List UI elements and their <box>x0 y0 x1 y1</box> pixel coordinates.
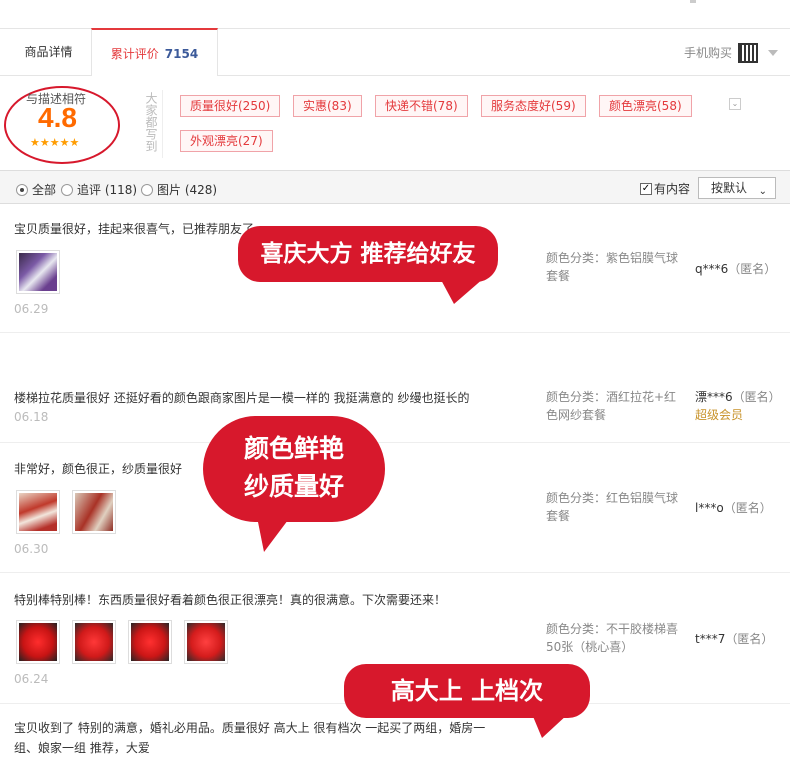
username: t***7 <box>695 632 726 646</box>
promo-bubble-line: 纱质量好 <box>243 472 344 501</box>
radio-icon <box>16 183 28 196</box>
has-content-label: 有内容 <box>654 182 691 196</box>
promo-bubble: 高大上 上档次 <box>344 664 590 718</box>
chevron-down-icon <box>768 50 778 56</box>
tags-caption: 大家都写到 <box>144 92 158 152</box>
review-date: 06.18 <box>14 410 49 424</box>
review-photo-image <box>187 623 225 661</box>
review-user: l***o（匿名） <box>695 499 772 517</box>
review-photo[interactable] <box>72 490 116 534</box>
divider <box>690 0 696 3</box>
review-date: 06.24 <box>14 672 49 686</box>
bubble-tail <box>256 512 294 552</box>
review-item: 非常好，颜色很正，纱质量很好 06.30 颜色分类：红色铝膜气球套餐 l***o… <box>0 443 790 573</box>
anonymous-tag: （匿名） <box>732 390 781 404</box>
review-photo[interactable] <box>72 620 116 664</box>
review-text: 特别棒特别棒！东西质量很好看着颜色很正很漂亮！真的很满意。下次需要还来！ <box>14 593 447 607</box>
review-photo-image <box>19 253 57 291</box>
review-item: 楼梯拉花质量很好 还挺好看的颜色跟商家图片是一模一样的 我挺满意的 纱缦也挺长的… <box>0 333 790 443</box>
filter-images[interactable]: 图片 (428) <box>141 181 217 198</box>
review-photo-image <box>75 493 113 531</box>
sort-label: 按默认 <box>711 181 748 195</box>
review-photo[interactable] <box>184 620 228 664</box>
username: q***6 <box>695 262 729 276</box>
tag-service[interactable]: 服务态度好(59) <box>481 95 586 117</box>
has-content-checkbox[interactable]: ✓ 有内容 <box>640 180 690 197</box>
star-rating: ★★★★★ <box>30 136 80 149</box>
review-photo-image <box>19 493 57 531</box>
score-value: 4.8 <box>38 102 77 133</box>
checkbox-icon: ✓ <box>640 182 652 195</box>
review-user: q***6（匿名） <box>695 260 776 278</box>
tag-appearance[interactable]: 外观漂亮(27) <box>180 130 273 152</box>
anonymous-tag: （匿名） <box>725 632 774 646</box>
review-text: 楼梯拉花质量很好 还挺好看的颜色跟商家图片是一模一样的 我挺满意的 纱缦也挺长的 <box>14 391 470 405</box>
review-variant: 颜色分类：红色铝膜气球套餐 <box>546 491 679 523</box>
filter-followup[interactable]: 追评 (118) <box>61 181 137 198</box>
review-text: 宝贝质量很好，挂起来很喜气，已推荐朋友了 <box>14 222 255 236</box>
radio-icon <box>61 183 73 196</box>
review-photo[interactable] <box>16 250 60 294</box>
filter-followup-label: 追评 (118) <box>77 183 138 197</box>
review-variant: 颜色分类：不干胶楼梯喜50张（桃心喜） <box>546 622 679 654</box>
tab-bar: 商品详情 累计评价 7154 手机购买 <box>0 28 790 77</box>
review-photo-image <box>75 623 113 661</box>
mobile-buy[interactable]: 手机购买 <box>684 41 778 65</box>
review-text: 宝贝收到了 特别的满意，婚礼必用品。质量很好 高大上 很有档次 一起买了两组，婚… <box>14 721 486 735</box>
review-variant: 颜色分类：酒红拉花+红色网纱套餐 <box>546 390 677 422</box>
chevron-down-icon: ⌄ <box>758 186 767 197</box>
tag-quality[interactable]: 质量很好(250) <box>180 95 281 117</box>
tab-product-detail[interactable]: 商品详情 <box>6 28 91 76</box>
review-variant: 颜色分类：紫色铝膜气球套餐 <box>546 251 679 283</box>
review-date: 06.30 <box>14 542 49 556</box>
review-photo-image <box>131 623 169 661</box>
username: 漂***6 <box>695 390 733 404</box>
vip-badge: 超级会员 <box>695 408 744 422</box>
review-count: 7154 <box>164 47 199 61</box>
tab-reviews[interactable]: 累计评价 7154 <box>91 28 218 77</box>
review-date: 06.29 <box>14 302 49 316</box>
review-photo[interactable] <box>128 620 172 664</box>
divider <box>162 90 163 158</box>
sort-select[interactable]: 按默认 ⌄ <box>698 177 776 199</box>
rating-summary: 与描述相符 4.8 ★★★★★ 大家都写到 质量很好(250) 实惠(83) 快… <box>0 76 790 170</box>
review-photo[interactable] <box>16 490 60 534</box>
tab-reviews-label: 累计评价 <box>110 47 159 61</box>
review-user: t***7（匿名） <box>695 630 773 648</box>
bubble-tail <box>440 278 484 304</box>
expand-tags-icon[interactable]: ⌄ <box>729 98 741 110</box>
filter-all-label: 全部 <box>32 183 57 197</box>
review-photo-image <box>19 623 57 661</box>
username: l***o <box>695 501 724 515</box>
qr-code-icon <box>738 43 758 63</box>
review-text: 组、娘家一组 推荐，大爱 <box>14 741 150 755</box>
filter-bar: 全部 追评 (118) 图片 (428) ✓ 有内容 按默认 ⌄ <box>0 170 790 204</box>
radio-icon <box>141 183 153 196</box>
review-text: 非常好，颜色很正，纱质量很好 <box>14 462 183 476</box>
filter-all[interactable]: 全部 <box>16 181 56 198</box>
promo-bubble-line: 颜色鲜艳 <box>243 434 344 463</box>
promo-bubble: 喜庆大方 推荐给好友 <box>238 226 498 282</box>
bubble-tail <box>532 714 568 738</box>
tag-value[interactable]: 实惠(83) <box>293 95 362 117</box>
tag-delivery[interactable]: 快递不错(78) <box>375 95 468 117</box>
tag-color[interactable]: 颜色漂亮(58) <box>599 95 692 117</box>
top-strip <box>0 0 790 28</box>
promo-bubble: 颜色鲜艳 纱质量好 <box>203 416 385 522</box>
anonymous-tag: （匿名） <box>728 262 777 276</box>
anonymous-tag: （匿名） <box>723 501 772 515</box>
filter-images-label: 图片 (428) <box>157 183 218 197</box>
mobile-buy-label: 手机购买 <box>683 46 732 60</box>
review-user: 漂***6（匿名） 超级会员 <box>695 388 781 424</box>
review-photo[interactable] <box>16 620 60 664</box>
